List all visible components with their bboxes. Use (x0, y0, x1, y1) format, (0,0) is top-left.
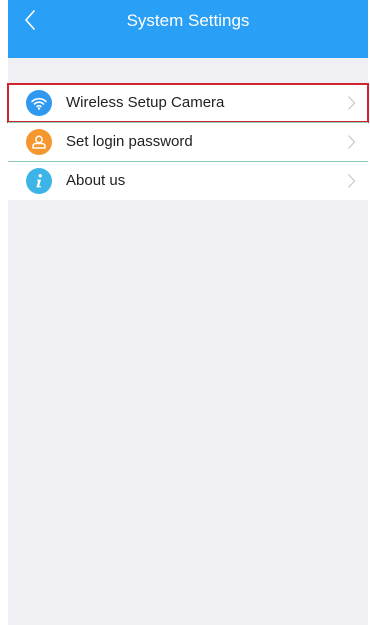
wifi-icon (26, 90, 52, 116)
page-title: System Settings (126, 11, 250, 30)
chevron-right-icon (348, 135, 356, 149)
settings-item-label: Wireless Setup Camera (66, 94, 225, 111)
user-icon (26, 129, 52, 155)
chevron-right-icon (348, 174, 356, 188)
settings-list: Wireless Setup Camera Set login password (7, 83, 369, 200)
settings-item-label: Set login password (66, 133, 193, 150)
info-icon (26, 168, 52, 194)
settings-item-login-password[interactable]: Set login password (8, 122, 368, 161)
settings-item-about-us[interactable]: About us (8, 161, 368, 200)
navigation-bar: System Settings (8, 0, 368, 58)
app-screen: System Settings Wireless Setup Camera Se… (7, 0, 369, 625)
chevron-right-icon (348, 96, 356, 110)
settings-item-label: About us (66, 172, 126, 189)
settings-item-wireless-setup[interactable]: Wireless Setup Camera (7, 83, 369, 123)
